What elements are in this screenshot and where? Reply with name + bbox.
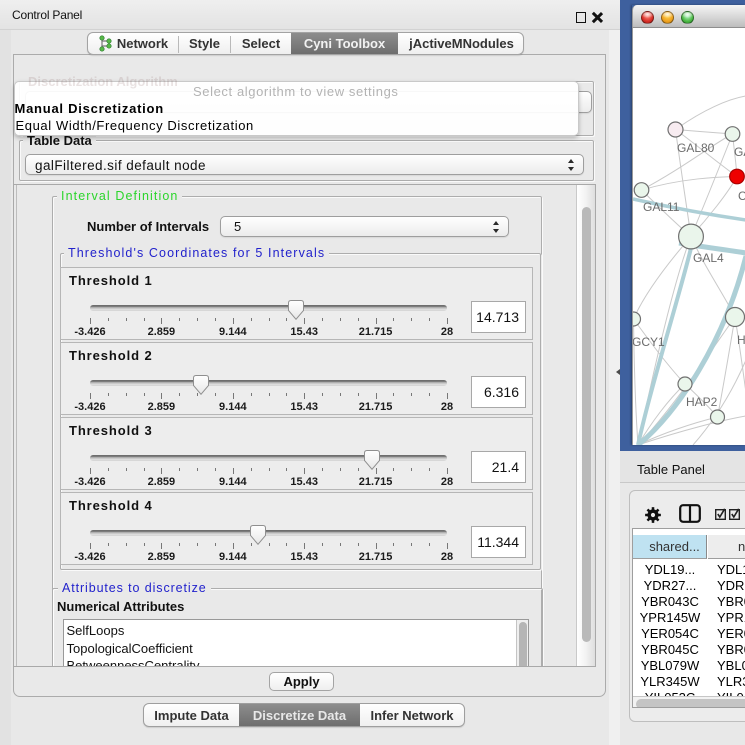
svg-text:GA: GA [734, 145, 745, 159]
svg-text:GAL4: GAL4 [693, 251, 724, 265]
svg-text:C: C [738, 189, 745, 203]
svg-text:GCY1: GCY1 [633, 335, 665, 349]
svg-text:HAP2: HAP2 [686, 395, 718, 409]
svg-text:HA: HA [737, 333, 745, 347]
svg-text:GAL11: GAL11 [643, 200, 680, 214]
svg-text:GAL80: GAL80 [677, 141, 715, 155]
